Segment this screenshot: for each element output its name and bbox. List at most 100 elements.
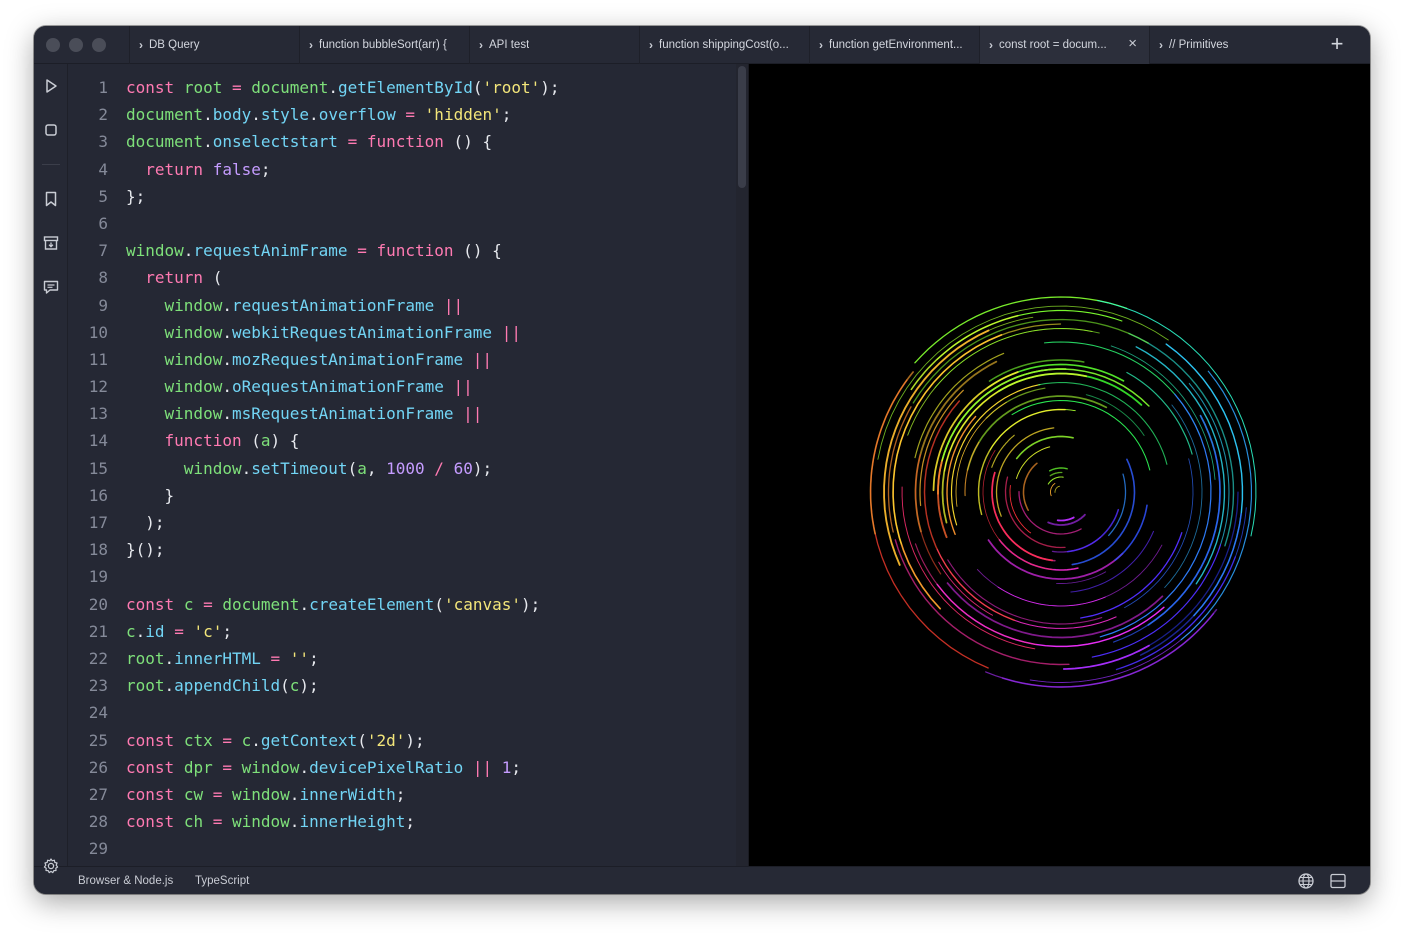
code-line[interactable]: ); [126, 509, 748, 536]
code-line[interactable]: return false; [126, 156, 748, 183]
run-icon[interactable] [42, 77, 60, 95]
spiral-arc [966, 395, 1108, 471]
minimize-window-button[interactable] [69, 38, 83, 52]
spiral-arc [914, 453, 942, 575]
tab-bar: › DB Query › function bubbleSort(arr) {› API… [34, 26, 1370, 64]
spiral-arc [1050, 482, 1056, 497]
tab-label: function getEnvironment... [829, 39, 963, 51]
globe-icon[interactable] [1297, 872, 1315, 890]
tab-list: › DB Query › function bubbleSort(arr) {› API… [129, 26, 1319, 64]
spiral-arc [1056, 571, 1107, 584]
tab-0[interactable]: › DB Query [129, 26, 299, 64]
code-line[interactable]: document.onselectstart = function () { [126, 128, 748, 155]
code-line[interactable]: const ch = window.innerHeight; [126, 808, 748, 835]
tab-3[interactable]: › function shippingCost(o... [639, 26, 809, 64]
line-number: 23 [88, 676, 108, 696]
code-line[interactable]: root.innerHTML = ''; [126, 645, 748, 672]
language-label[interactable]: TypeScript [195, 875, 249, 887]
spiral-arc [1165, 343, 1244, 617]
code-line[interactable] [126, 835, 748, 862]
settings-icon[interactable] [42, 857, 60, 875]
tab-5[interactable]: › const root = docum... × [979, 26, 1149, 64]
line-number: 29 [88, 839, 108, 859]
code-line[interactable]: const cw = window.innerWidth; [126, 781, 748, 808]
zoom-window-button[interactable] [92, 38, 106, 52]
window-controls [46, 38, 106, 52]
code-line[interactable]: window.requestAnimFrame = function () { [126, 237, 748, 264]
spiral-arc [1056, 516, 1075, 522]
code-line[interactable]: function (a) { [126, 427, 748, 454]
tab-6[interactable]: › // Primitives [1149, 26, 1319, 64]
line-number: 18 [88, 540, 108, 560]
spiral-arc [914, 543, 1037, 645]
spiral-arc [914, 296, 1128, 364]
line-number-gutter: 1 2 3 4 5 6 7 8 9 10 11 12 13 14 15 16 17 18 19 20 21 22 23 24 2… [68, 74, 108, 862]
line-number: 8 [98, 268, 108, 288]
line-number: 24 [88, 703, 108, 723]
tab-label: // Primitives [1169, 39, 1229, 51]
code-line[interactable]: const c = document.createElement('canvas… [126, 591, 748, 618]
code-line[interactable]: } [126, 482, 748, 509]
spiral-arc [1048, 467, 1068, 472]
code-line[interactable]: return ( [126, 264, 748, 291]
code-line[interactable]: window.setTimeout(a, 1000 / 60); [126, 455, 748, 482]
code-line[interactable]: window.oRequestAnimationFrame || [126, 373, 748, 400]
code-line[interactable]: c.id = 'c'; [126, 618, 748, 645]
line-number: 26 [88, 757, 108, 777]
spiral-arc [997, 586, 1106, 607]
tab-4[interactable]: › function getEnvironment... [809, 26, 979, 64]
code-line[interactable]: window.requestAnimationFrame || [126, 292, 748, 319]
spiral-arc [1043, 341, 1201, 435]
code-line[interactable]: document.body.style.overflow = 'hidden'; [126, 101, 748, 128]
code-line[interactable] [126, 563, 748, 590]
code-line[interactable]: const ctx = c.getContext('2d'); [126, 727, 748, 754]
archive-icon[interactable] [42, 234, 60, 252]
tab-1[interactable]: › function bubbleSort(arr) { [299, 26, 469, 64]
line-number: 15 [88, 458, 108, 478]
code-line[interactable]: window.webkitRequestAnimationFrame || [126, 319, 748, 346]
line-number: 5 [98, 186, 108, 206]
tab-2[interactable]: › API test [469, 26, 639, 64]
line-number: 28 [88, 812, 108, 832]
spiral-arc [1062, 644, 1150, 670]
line-number: 14 [88, 431, 108, 451]
tab-label: API test [489, 39, 530, 51]
layout-toggle-icon[interactable] [1329, 872, 1347, 890]
close-window-button[interactable] [46, 38, 60, 52]
code-line[interactable]: }(); [126, 536, 748, 563]
spiral-arc [982, 449, 1054, 571]
editor-scrollbar[interactable] [736, 64, 748, 866]
code-line[interactable]: }; [126, 183, 748, 210]
code-line[interactable] [126, 699, 748, 726]
code-editor[interactable]: 1 2 3 4 5 6 7 8 9 10 11 12 13 14 15 16 17 18 19 20 21 22 23 24 2… [68, 64, 748, 866]
line-number: 17 [88, 513, 108, 532]
runtime-label[interactable]: Browser & Node.js [78, 875, 173, 887]
code-line[interactable]: window.msRequestAnimationFrame || [126, 400, 748, 427]
canvas-output [869, 296, 1257, 688]
code-content[interactable]: const root = document.getElementById('ro… [126, 74, 748, 862]
editor-scrollbar-thumb[interactable] [738, 66, 746, 188]
line-number: 3 [98, 132, 108, 152]
code-line[interactable]: const dpr = window.devicePixelRatio || 1… [126, 754, 748, 781]
spiral-arc [950, 384, 1041, 526]
close-tab-icon[interactable]: × [1128, 36, 1137, 51]
line-number: 13 [88, 404, 108, 424]
stop-icon[interactable] [42, 121, 60, 139]
bookmark-icon[interactable] [42, 190, 60, 208]
spiral-arc [1108, 473, 1127, 537]
code-line[interactable]: root.appendChild(c); [126, 672, 748, 699]
comment-icon[interactable] [42, 278, 60, 296]
code-line[interactable]: window.mozRequestAnimationFrame || [126, 346, 748, 373]
spiral-arc [947, 559, 1103, 625]
spiral-arc [1016, 446, 1051, 479]
code-line[interactable]: const root = document.getElementById('ro… [126, 74, 748, 101]
line-number: 27 [88, 784, 108, 804]
chevron-right-icon: › [989, 38, 993, 52]
spiral-arc [1022, 462, 1038, 511]
spiral-arc [1054, 485, 1061, 493]
new-tab-button[interactable]: + [1326, 33, 1348, 56]
spiral-arc [892, 323, 1062, 545]
line-number: 10 [88, 322, 108, 342]
rail-divider [42, 164, 60, 165]
code-line[interactable] [126, 210, 748, 237]
